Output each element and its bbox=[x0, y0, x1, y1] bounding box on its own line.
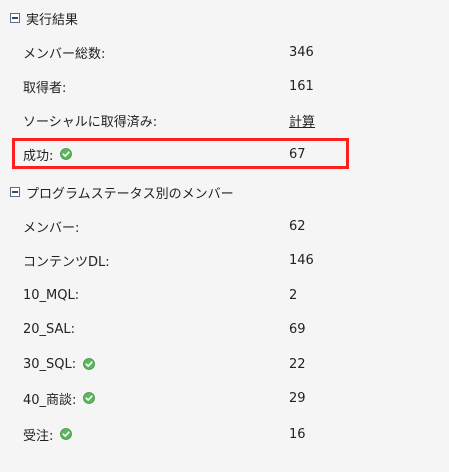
status-row-mql: 10_MQL: 2 bbox=[23, 284, 343, 306]
status-value: 62 bbox=[289, 218, 306, 234]
collapse-icon[interactable] bbox=[10, 187, 20, 197]
status-label-wrap: 40_商談: bbox=[23, 389, 96, 408]
status-value: 69 bbox=[289, 321, 306, 337]
calculate-link[interactable]: 計算 bbox=[289, 111, 315, 130]
stat-row-acquired: 取得者: 161 bbox=[23, 75, 343, 97]
status-row-won: 受注: 16 bbox=[23, 423, 343, 445]
success-highlight-box bbox=[12, 138, 349, 169]
status-row-deal: 40_商談: 29 bbox=[23, 387, 343, 409]
status-value: 2 bbox=[289, 287, 298, 303]
status-row-sql: 30_SQL: 22 bbox=[23, 353, 343, 375]
status-row-member: メンバー: 62 bbox=[23, 215, 343, 237]
success-check-icon[interactable] bbox=[83, 358, 96, 370]
stat-label: ソーシャルに取得済み: bbox=[23, 114, 158, 130]
status-label-wrap: 受注: bbox=[23, 425, 73, 444]
status-label: コンテンツDL: bbox=[23, 254, 110, 270]
section-header-results[interactable]: 実行結果 bbox=[10, 9, 79, 28]
stat-label: メンバー総数: bbox=[23, 46, 106, 62]
status-row-content-dl: コンテンツDL: 146 bbox=[23, 249, 343, 271]
status-value: 22 bbox=[289, 356, 306, 372]
section-title: 実行結果 bbox=[26, 12, 79, 28]
status-label: 30_SQL: bbox=[23, 356, 77, 372]
status-label: 20_SAL: bbox=[23, 321, 76, 337]
status-label-wrap: 30_SQL: bbox=[23, 356, 96, 372]
success-check-icon[interactable] bbox=[60, 428, 73, 440]
status-row-sal: 20_SAL: 69 bbox=[23, 318, 343, 340]
stat-value: 346 bbox=[289, 44, 314, 60]
stat-row-total-members: メンバー総数: 346 bbox=[23, 41, 343, 63]
section-header-program-status[interactable]: プログラムステータス別のメンバー bbox=[10, 183, 234, 202]
status-label: 40_商談: bbox=[23, 392, 77, 408]
status-value: 29 bbox=[289, 390, 306, 406]
success-check-icon[interactable] bbox=[83, 392, 96, 404]
status-value: 16 bbox=[289, 426, 306, 442]
status-label: 受注: bbox=[23, 428, 54, 444]
stat-value: 161 bbox=[289, 78, 314, 94]
status-label: メンバー: bbox=[23, 220, 80, 236]
stat-label: 取得者: bbox=[23, 80, 67, 96]
collapse-icon[interactable] bbox=[10, 13, 20, 23]
status-label: 10_MQL: bbox=[23, 287, 80, 303]
stat-row-social-acquired: ソーシャルに取得済み: 計算 bbox=[23, 109, 343, 131]
status-value: 146 bbox=[289, 252, 314, 268]
section-title: プログラムステータス別のメンバー bbox=[26, 186, 234, 202]
